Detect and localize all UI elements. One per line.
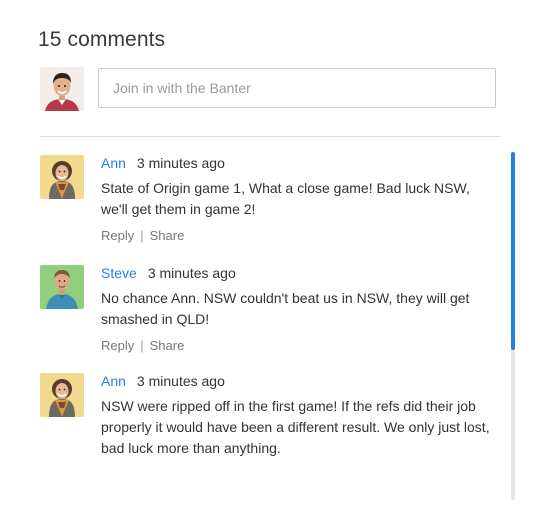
action-separator: | bbox=[140, 228, 144, 243]
reply-button[interactable]: Reply bbox=[101, 338, 134, 353]
comment-text: No chance Ann. NSW couldn't beat us in N… bbox=[101, 290, 470, 327]
comment-actions: Reply | Share bbox=[101, 227, 500, 245]
ann-avatar-icon[interactable] bbox=[40, 155, 84, 199]
comment-author[interactable]: Ann bbox=[101, 155, 126, 171]
user-avatar-icon bbox=[40, 67, 84, 111]
scrollbar-thumb[interactable] bbox=[511, 152, 515, 350]
comment-time: 3 minutes ago bbox=[136, 373, 225, 389]
comment-item: Ann 3 minutes ago NSW were ripped off in … bbox=[40, 372, 500, 459]
share-button[interactable]: Share bbox=[150, 338, 185, 353]
comment-compose bbox=[40, 67, 500, 111]
comments-header: 15 comments bbox=[38, 28, 166, 51]
comment-text: NSW were ripped off in the first game! I… bbox=[101, 398, 490, 456]
comment-header: Steve 3 minutes ago bbox=[101, 264, 500, 282]
comment-item: Steve 3 minutes ago No chance Ann. NSW co… bbox=[40, 264, 500, 372]
comment-time: 3 minutes ago bbox=[136, 155, 225, 171]
ann-avatar-icon[interactable] bbox=[40, 373, 84, 417]
comment-text: State of Origin game 1, What a close gam… bbox=[101, 180, 470, 217]
comment-header: Ann 3 minutes ago bbox=[101, 154, 500, 172]
comment-list: Ann 3 minutes ago State of Origin game 1,… bbox=[40, 154, 500, 459]
steve-avatar-icon[interactable] bbox=[40, 265, 84, 309]
comment-actions: Reply | Share bbox=[101, 337, 500, 355]
comment-input[interactable] bbox=[98, 68, 496, 108]
share-button[interactable]: Share bbox=[150, 228, 185, 243]
divider bbox=[40, 136, 500, 137]
reply-button[interactable]: Reply bbox=[101, 228, 134, 243]
comment-author[interactable]: Ann bbox=[101, 373, 126, 389]
scrollbar[interactable] bbox=[511, 152, 515, 500]
comment-header: Ann 3 minutes ago bbox=[101, 372, 500, 390]
comment-author[interactable]: Steve bbox=[101, 265, 137, 281]
action-separator: | bbox=[140, 338, 144, 353]
comment-item: Ann 3 minutes ago State of Origin game 1,… bbox=[40, 154, 500, 264]
comment-time: 3 minutes ago bbox=[147, 265, 236, 281]
